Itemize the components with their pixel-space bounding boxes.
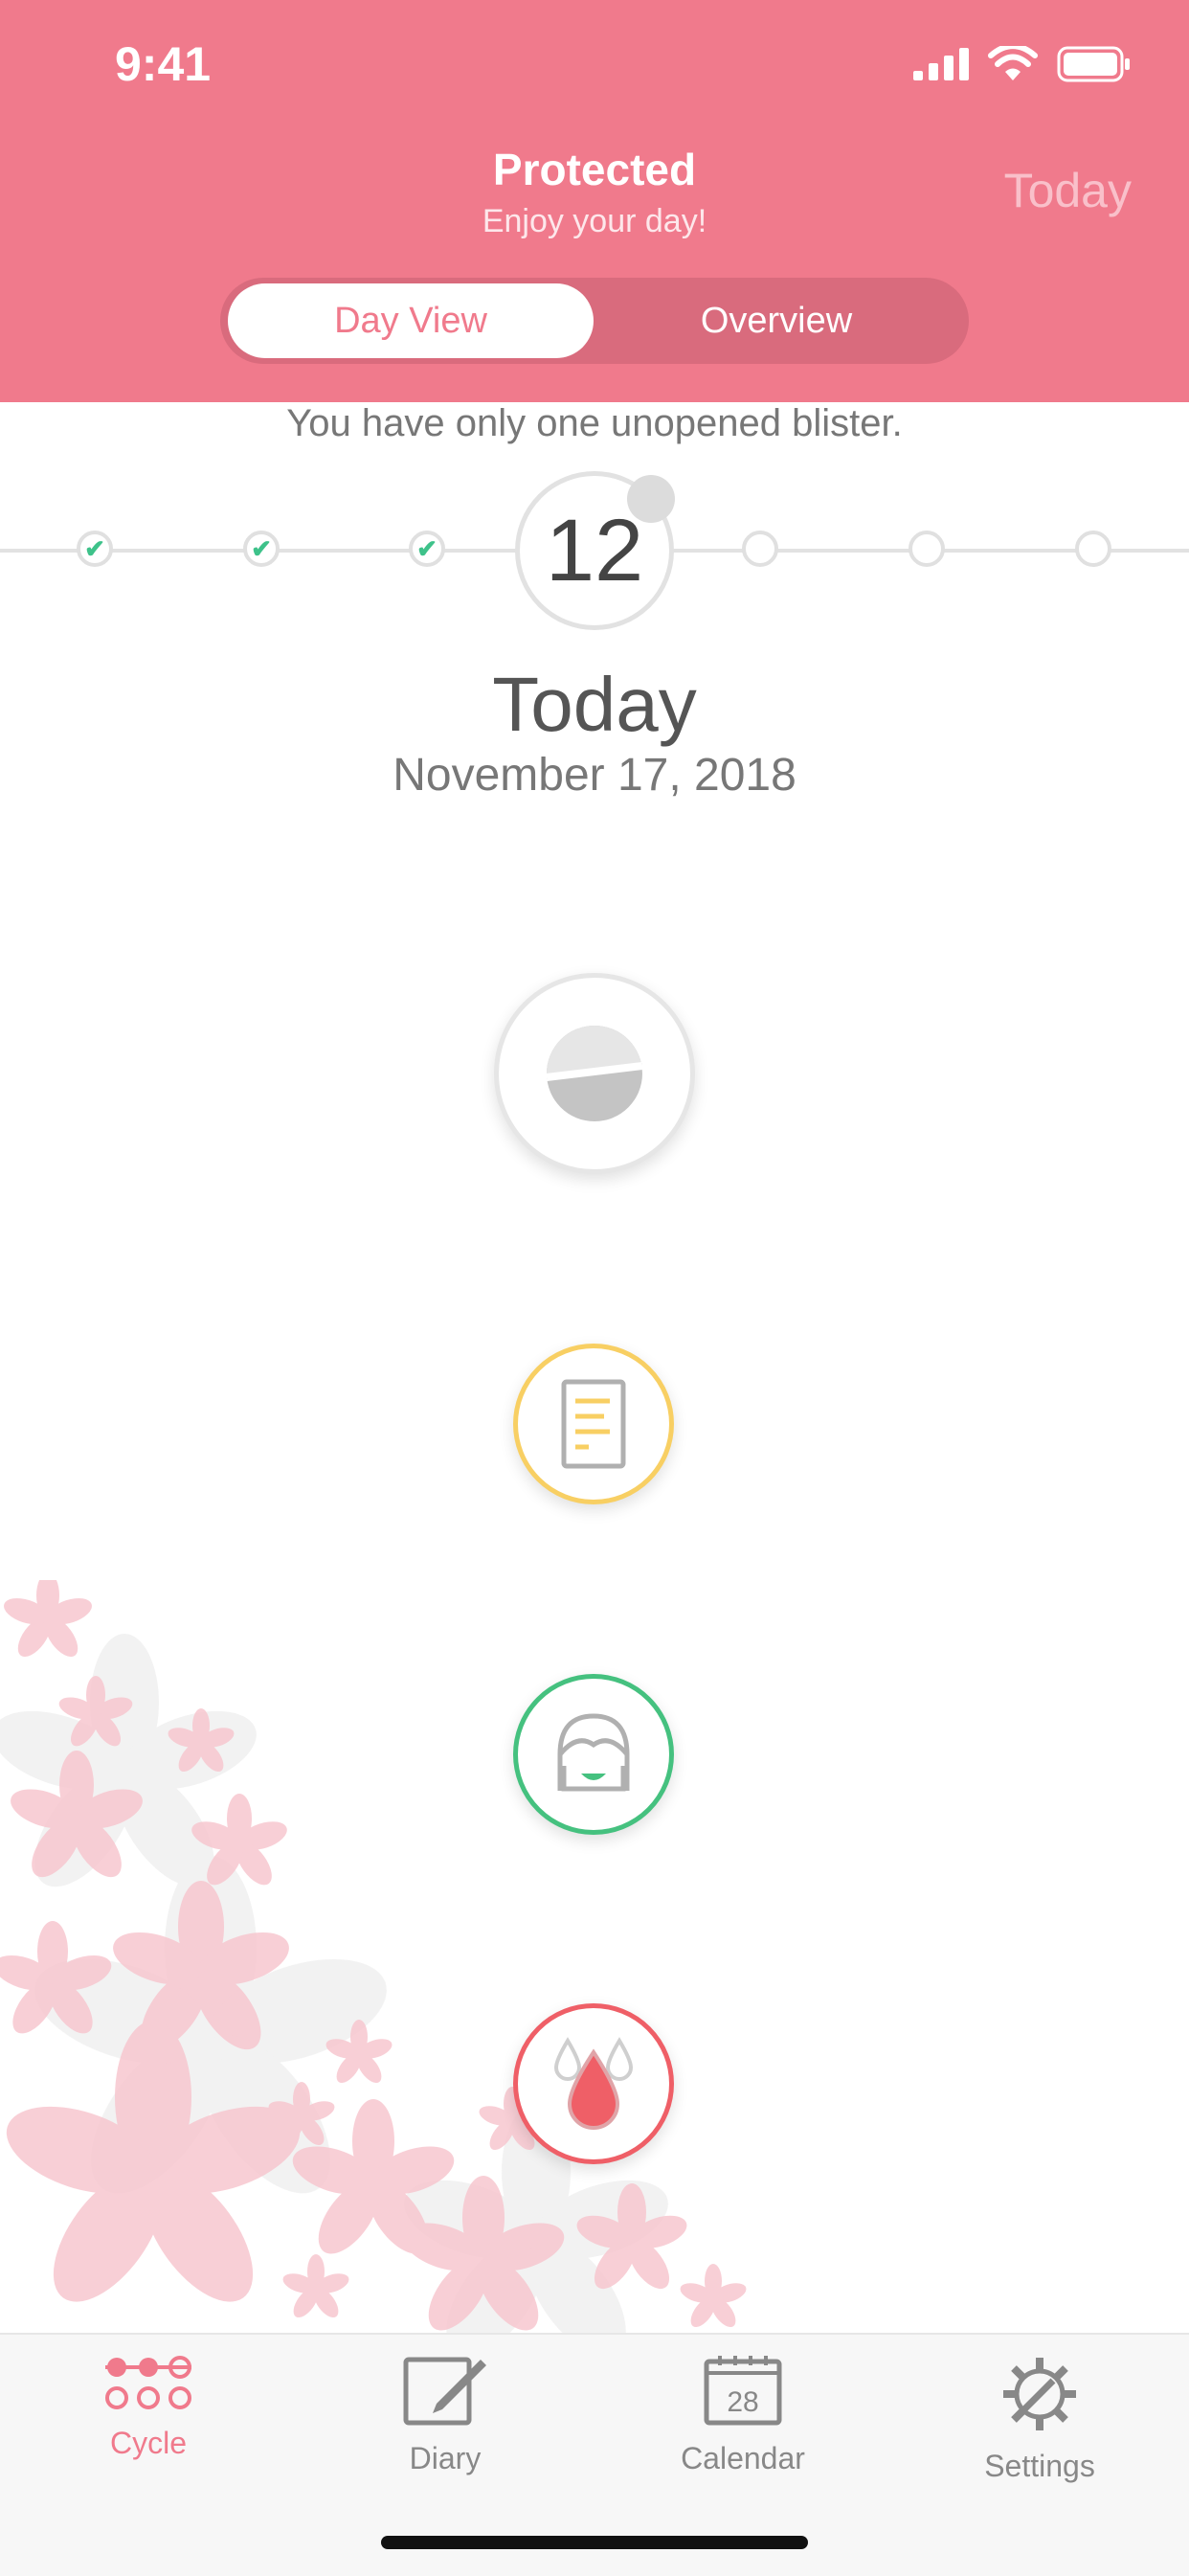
check-icon: ✔ [251,533,272,563]
day-dot-checked[interactable]: ✔ [243,531,280,567]
day-dot-checked[interactable]: ✔ [409,531,445,567]
wifi-icon [988,46,1038,80]
day-dot-upcoming[interactable] [742,531,778,567]
face-icon [557,1713,630,1792]
flowers-decoration [0,1580,750,2346]
day-dot-upcoming[interactable] [1075,531,1111,567]
notes-button[interactable] [513,1344,674,1504]
home-indicator[interactable] [381,2536,808,2549]
pill-icon [546,1026,643,1121]
tab-cycle-label: Cycle [109,2426,187,2460]
bleeding-button[interactable] [513,2003,674,2164]
calendar-day-number: 28 [727,2386,758,2418]
day-dot-upcoming[interactable] [909,531,945,567]
today-button[interactable]: Today [1004,163,1132,218]
cycle-icon [105,2356,191,2409]
signal-icon [913,48,969,80]
blister-info-text: You have only one unopened blister. [286,402,903,444]
calendar-icon: 28 [704,2356,782,2426]
check-icon: ✔ [416,533,437,563]
tab-settings[interactable]: Settings [920,2354,1159,2484]
tab-diary-label: Diary [409,2441,482,2475]
date-label: November 17, 2018 [393,750,796,801]
settings-wrench-icon [1003,2358,1076,2430]
overview-tab[interactable]: Overview [594,283,959,358]
blood-drop-icon [553,2037,634,2130]
header: 9:41 Protected Enjoy your day! Today Day… [0,0,1189,402]
diary-icon [403,2357,486,2426]
tab-calendar-label: Calendar [681,2441,805,2475]
day-view-tab[interactable]: Day View [228,283,594,358]
notes-icon [561,1379,626,1469]
mood-button[interactable] [513,1674,674,1835]
tab-settings-label: Settings [984,2449,1095,2483]
status-icons [913,46,1132,82]
view-segmented-control: Day View Overview [220,278,969,364]
day-status-badge [627,475,675,523]
today-heading: Today [492,662,697,747]
tab-calendar[interactable]: 28 Calendar [623,2354,863,2476]
tab-cycle[interactable]: Cycle [29,2354,268,2461]
tab-diary[interactable]: Diary [325,2354,565,2476]
battery-icon [1057,46,1130,82]
check-icon: ✔ [84,533,105,563]
day-dot-checked[interactable]: ✔ [77,531,113,567]
status-time: 9:41 [115,37,212,91]
take-pill-button[interactable] [494,973,695,1174]
